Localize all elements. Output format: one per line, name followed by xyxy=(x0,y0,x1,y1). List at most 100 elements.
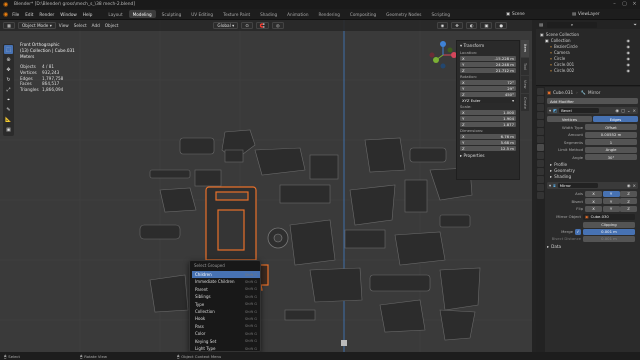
visibility-eye-icon[interactable]: ◉ xyxy=(627,50,631,55)
tab-scripting[interactable]: Scripting xyxy=(427,10,454,18)
menu-item-collection[interactable]: Collection Shift G xyxy=(192,308,260,315)
sidebar-tab-create[interactable]: Create xyxy=(521,94,529,111)
menu-item-color[interactable]: Color Shift G xyxy=(192,330,260,337)
location-z-field[interactable]: Z 21.712 m xyxy=(460,68,516,73)
render-toggle-icon[interactable]: ▢ xyxy=(621,108,625,113)
visibility-eye-icon[interactable]: ◉ xyxy=(627,68,631,73)
menu-item-light-type[interactable]: Light Type Shift G xyxy=(192,345,260,352)
tab-shading[interactable]: Shading xyxy=(256,10,281,18)
menu-item-pass[interactable]: Pass Shift G xyxy=(192,323,260,330)
visibility-eye-icon[interactable]: ◉ xyxy=(627,38,631,43)
cursor-tool-icon[interactable]: ⊕ xyxy=(4,55,13,64)
modifier-tab-icon[interactable] xyxy=(537,144,544,151)
mirror-flip-y-toggle[interactable]: Y xyxy=(602,205,620,212)
outliner-item[interactable]: ▿ Circle.002 ◉ xyxy=(540,67,636,73)
bisect-distance-field[interactable]: 0.001 m xyxy=(583,235,635,242)
menu-item-type[interactable]: Type Shift G xyxy=(192,301,260,308)
navigation-gizmo[interactable] xyxy=(428,40,458,70)
rotation-x-field[interactable]: X 72° xyxy=(460,80,516,85)
constraints-tab-icon[interactable] xyxy=(537,168,544,175)
move-tool-icon[interactable]: ✥ xyxy=(4,65,13,74)
dimensions-x-field[interactable]: X 6.76 m xyxy=(460,134,516,139)
tab-rendering[interactable]: Rendering xyxy=(315,10,344,18)
mirror-axis-y-toggle[interactable]: Y xyxy=(602,190,620,197)
menu-item-immediate-children[interactable]: Immediate Children Shift G xyxy=(192,278,260,285)
menu-window[interactable]: Window xyxy=(60,12,77,17)
bevel-edges-toggle[interactable]: Edges xyxy=(593,116,638,122)
bevel-limit-method-field[interactable]: Angle xyxy=(585,146,637,153)
menu-item-keying-set[interactable]: Keying Set Shift G xyxy=(192,338,260,345)
clipping-checkbox[interactable]: Clipping xyxy=(583,221,635,228)
menu-item-hook[interactable]: Hook Shift G xyxy=(192,315,260,322)
visibility-eye-icon[interactable]: ◉ xyxy=(627,44,631,49)
shading-solid-icon[interactable]: ● xyxy=(495,22,508,29)
sidebar-tab-tool[interactable]: Tool xyxy=(521,58,529,75)
editor-type-button[interactable]: ▦ xyxy=(3,22,15,29)
tab-compositing[interactable]: Compositing xyxy=(346,10,380,18)
bevel-angle-field[interactable]: 30° xyxy=(585,154,637,160)
data-subpanel[interactable]: ▸ Data xyxy=(547,244,638,250)
add-menu[interactable]: Add xyxy=(92,23,100,28)
modifier-menu-icon[interactable]: ⌄ xyxy=(627,108,631,113)
outliner-editor-icon[interactable]: ▤ xyxy=(539,22,543,27)
add-cube-tool-icon[interactable]: ▣ xyxy=(4,125,13,134)
overlay-toggle-icon[interactable]: ◐ xyxy=(465,22,478,29)
pivot-icon[interactable]: ⊙ xyxy=(241,22,253,29)
menu-item-parent[interactable]: Parent Shift G xyxy=(192,286,260,293)
bevel-segments-field[interactable]: 1 xyxy=(585,139,637,145)
measure-tool-icon[interactable]: 📐 xyxy=(4,115,13,124)
proportional-edit-icon[interactable]: ◎ xyxy=(271,22,284,29)
orientation-dropdown[interactable]: Global ▾ xyxy=(213,22,239,29)
visibility-icon[interactable]: ◉ xyxy=(436,22,449,29)
data-tab-icon[interactable] xyxy=(537,176,544,183)
bevel-modifier-header[interactable]: ▾ ◩ Bevel ◉ ▢ ⌄ × xyxy=(547,107,638,114)
tab-modeling[interactable]: Modeling xyxy=(128,10,156,18)
camera-toggle-icon[interactable]: ◉ xyxy=(615,108,619,113)
select-menu[interactable]: Select xyxy=(74,23,87,28)
texture-tab-icon[interactable] xyxy=(537,192,544,199)
mirror-remove-icon[interactable]: × xyxy=(632,183,636,188)
mirror-bisect-y-toggle[interactable]: Y xyxy=(602,198,620,204)
dimensions-z-field[interactable]: Z 12.5 m xyxy=(460,146,516,151)
menu-file[interactable]: File xyxy=(12,12,19,17)
view-layer-label[interactable]: ViewLayer xyxy=(578,11,600,16)
physics-tab-icon[interactable] xyxy=(537,160,544,167)
add-modifier-button[interactable]: Add Modifier xyxy=(547,98,638,104)
merge-distance-field[interactable]: 0.001 m xyxy=(583,228,635,235)
rotation-z-field[interactable]: Z 450° xyxy=(460,92,516,97)
maximize-icon[interactable]: ▢ xyxy=(620,1,629,8)
mirror-editmode-icon[interactable]: ◉ xyxy=(627,183,631,188)
menu-item-siblings[interactable]: Siblings Shift G xyxy=(192,293,260,300)
view-layer-tab-icon[interactable] xyxy=(537,112,544,119)
tab-uv-editing[interactable]: UV Editing xyxy=(187,10,217,18)
scene-label[interactable]: Scene xyxy=(512,11,525,16)
mirror-axis-z-toggle[interactable]: Z xyxy=(620,190,637,197)
location-x-field[interactable]: X -15.228 m xyxy=(460,56,516,61)
tab-geometry-nodes[interactable]: Geometry Nodes xyxy=(382,10,425,18)
menu-help[interactable]: Help xyxy=(83,12,93,17)
visibility-eye-icon[interactable]: ◉ xyxy=(627,56,631,61)
properties-header[interactable]: ▸ Properties xyxy=(460,153,516,159)
tab-animation[interactable]: Animation xyxy=(283,10,312,18)
mirror-flip-x-toggle[interactable]: X xyxy=(585,205,602,212)
merge-checkbox[interactable]: ✓ xyxy=(575,228,581,235)
mode-dropdown[interactable]: Object Mode ▾ xyxy=(17,22,56,29)
scale-z-field[interactable]: Z 1.877 xyxy=(460,122,516,127)
object-tab-icon[interactable] xyxy=(537,136,544,143)
menu-render[interactable]: Render xyxy=(39,12,54,17)
scene-tab-icon[interactable] xyxy=(537,120,544,127)
output-tab-icon[interactable] xyxy=(537,104,544,111)
bevel-width-type-field[interactable]: Offset xyxy=(585,124,637,130)
tab-sculpting[interactable]: Sculpting xyxy=(158,10,186,18)
outliner-search-input[interactable]: ⌕ xyxy=(546,21,597,28)
particles-tab-icon[interactable] xyxy=(537,152,544,159)
mirror-bisect-x-toggle[interactable]: X xyxy=(585,198,602,204)
minimize-icon[interactable]: – xyxy=(610,1,619,8)
mirror-flip-z-toggle[interactable]: Z xyxy=(620,205,637,212)
menu-edit[interactable]: Edit xyxy=(25,12,33,17)
mirror-axis-x-toggle[interactable]: X xyxy=(585,190,602,197)
transform-header[interactable]: ▾ Transform xyxy=(460,43,516,49)
object-menu[interactable]: Object xyxy=(105,23,119,28)
location-y-field[interactable]: Y 24.248 m xyxy=(460,62,516,67)
scale-tool-icon[interactable]: ⤢ xyxy=(4,85,13,94)
